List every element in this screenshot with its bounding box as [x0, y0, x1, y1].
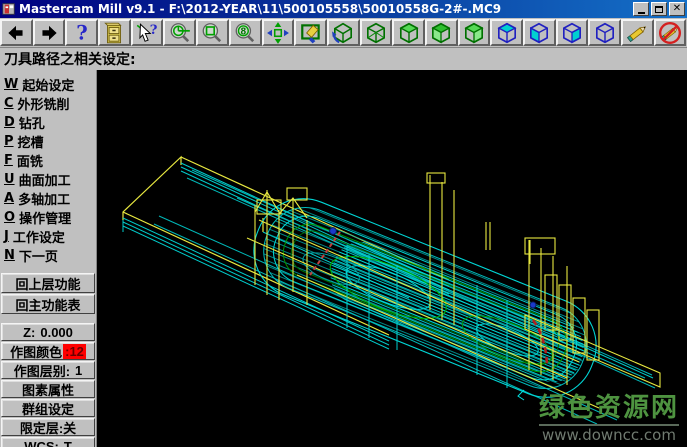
maximize-button[interactable] [651, 2, 667, 16]
close-button[interactable]: ✕ [669, 2, 685, 16]
gview-isometric-wire-button[interactable] [360, 19, 393, 46]
wireframe-model [97, 70, 687, 447]
window-title: Mastercam Mill v9.1 - F:\2012-YEAR\11\50… [19, 2, 633, 16]
drawing-level-label: 作图层别: [14, 361, 70, 380]
group-settings-button[interactable]: 群组设定 [1, 399, 95, 417]
z-label: Z: [23, 325, 35, 340]
stray-arc [518, 390, 524, 400]
repaint-icon [299, 21, 323, 45]
maximize-icon [655, 6, 663, 13]
toolbar: ? ? [0, 18, 687, 48]
main-menu-button[interactable]: 回主功能表 [1, 294, 95, 314]
file-cabinet-icon [102, 21, 126, 45]
mastercam-app-icon [2, 2, 16, 16]
drawing-color-value: :12 [63, 344, 86, 359]
limit-level-button[interactable]: 限定层:关 [1, 418, 95, 436]
gview-isometric-wire-icon [364, 21, 388, 45]
fit-screen-button[interactable] [262, 19, 295, 46]
prompt-text: 刀具路径之相关设定: [4, 49, 136, 69]
drawing-level-value: 1 [75, 363, 82, 378]
cplane-side-icon [560, 21, 584, 45]
menu-item-start-settings[interactable]: W起始设定 [1, 75, 95, 94]
cplane-front-icon [527, 21, 551, 45]
sidebar-menu: W起始设定 C外形铣削 D钻孔 P挖槽 F面铣 U曲面加工 A多轴加工 O操作管… [0, 70, 97, 447]
forward-arrow-icon [37, 21, 61, 45]
backup-menu-button[interactable]: 回上层功能 [1, 273, 95, 293]
wcs-label: WCS: [24, 439, 59, 447]
cplane-top-button[interactable] [490, 19, 523, 46]
gview-front-icon [429, 21, 453, 45]
zoom-unzoom-icon: 8 [233, 21, 257, 45]
gview-front-button[interactable] [425, 19, 458, 46]
svg-text:?: ? [76, 21, 88, 44]
menu-item-operations[interactable]: O操作管理 [1, 208, 95, 227]
svg-text:?: ? [150, 23, 158, 38]
cursor-help-icon: ? [135, 21, 159, 45]
entity-attributes-button[interactable]: 图素属性 [1, 380, 95, 398]
z-depth-button[interactable]: Z: 0.000 [1, 323, 95, 341]
zoom-window-icon [200, 21, 224, 45]
menu-item-face[interactable]: F面铣 [1, 151, 95, 170]
gview-top-button[interactable] [392, 19, 425, 46]
menu-item-job-setup[interactable]: J工作设定 [1, 227, 95, 246]
drawing-color-label: 作图颜色 [10, 342, 62, 361]
zoom-unzoom-button[interactable]: 8 [229, 19, 262, 46]
dynamic-rotate-icon [331, 21, 355, 45]
repaint-button[interactable] [294, 19, 327, 46]
wcs-button[interactable]: WCS: T [1, 437, 95, 447]
minimize-icon [638, 12, 645, 14]
menu-item-multiaxis[interactable]: A多轴加工 [1, 189, 95, 208]
edit-on-icon [625, 21, 649, 45]
svg-text:8: 8 [241, 26, 247, 37]
menu-item-next-page[interactable]: N下一页 [1, 246, 95, 265]
edit-off-icon [658, 21, 682, 45]
zoom-icon [168, 21, 192, 45]
zoom-button[interactable] [163, 19, 196, 46]
title-bar: Mastercam Mill v9.1 - F:\2012-YEAR\11\50… [0, 0, 687, 18]
edit-on-button[interactable] [621, 19, 654, 46]
cplane-front-button[interactable] [523, 19, 556, 46]
close-icon: ✕ [673, 4, 681, 14]
minimize-button[interactable] [633, 2, 649, 16]
mastercam-window: Mastercam Mill v9.1 - F:\2012-YEAR\11\50… [0, 0, 687, 447]
graphics-viewport[interactable]: 绿色资源网 www.downcc.com [97, 70, 687, 447]
prompt-bar: 刀具路径之相关设定: [0, 48, 687, 70]
drawing-color-button[interactable]: 作图颜色 :12 [1, 342, 95, 360]
zoom-window-button[interactable] [196, 19, 229, 46]
menu-item-contour[interactable]: C外形铣削 [1, 94, 95, 113]
menu-item-pocket[interactable]: P挖槽 [1, 132, 95, 151]
cplane-3d-button[interactable] [588, 19, 621, 46]
gview-side-button[interactable] [458, 19, 491, 46]
cplane-3d-icon [593, 21, 617, 45]
wcs-value: T [64, 439, 72, 447]
drawing-level-button[interactable]: 作图层别: 1 [1, 361, 95, 379]
z-value: 0.000 [40, 325, 73, 340]
cplane-top-icon [495, 21, 519, 45]
help-button[interactable]: ? [65, 19, 98, 46]
gview-top-icon [397, 21, 421, 45]
cplane-side-button[interactable] [556, 19, 589, 46]
edit-off-button[interactable] [654, 19, 687, 46]
fit-screen-icon [266, 21, 290, 45]
gview-side-icon [462, 21, 486, 45]
back-arrow-button[interactable] [0, 19, 33, 46]
forward-arrow-button[interactable] [33, 19, 66, 46]
back-arrow-icon [4, 21, 28, 45]
file-cabinet-button[interactable] [98, 19, 131, 46]
menu-item-drill[interactable]: D钻孔 [1, 113, 95, 132]
dynamic-rotate-button[interactable] [327, 19, 360, 46]
help-icon: ? [70, 21, 94, 45]
cursor-help-button[interactable]: ? [131, 19, 164, 46]
menu-item-surface[interactable]: U曲面加工 [1, 170, 95, 189]
